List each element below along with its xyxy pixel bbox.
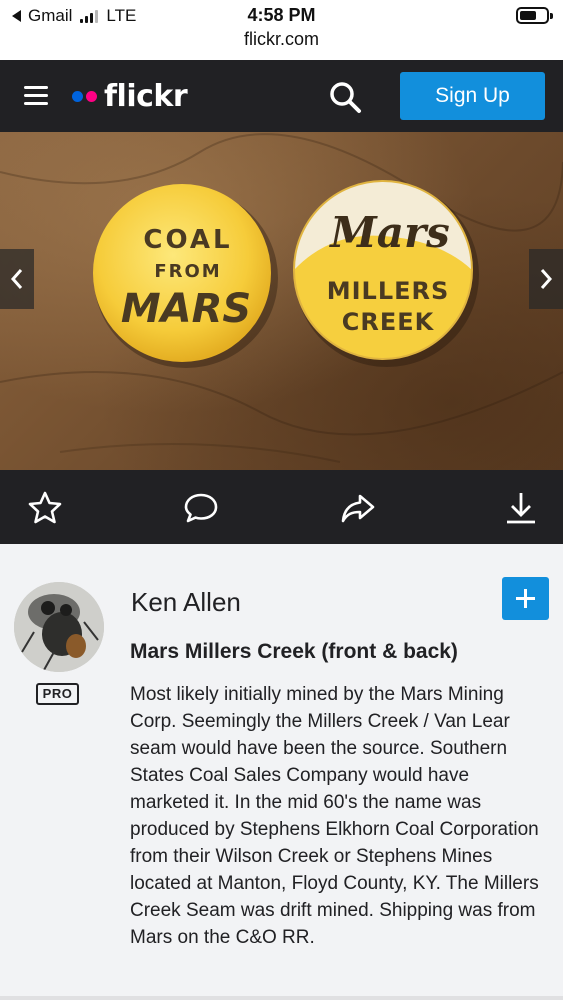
- sign-up-button[interactable]: Sign Up: [400, 72, 545, 120]
- divider: [0, 996, 563, 1000]
- pin-left-line1: COAL: [143, 225, 232, 255]
- browser-status-bar: Gmail LTE 4:58 PM flickr.com: [0, 0, 563, 60]
- battery-icon: [516, 7, 553, 24]
- logo-blue-dot: [72, 90, 83, 102]
- photo-title: Mars Millers Creek (front & back): [130, 640, 458, 663]
- url-bar[interactable]: flickr.com: [0, 29, 563, 50]
- star-icon[interactable]: [27, 490, 63, 526]
- author-name[interactable]: Ken Allen: [131, 587, 241, 618]
- download-icon[interactable]: [503, 490, 539, 526]
- pro-badge: PRO: [36, 683, 79, 705]
- status-time: 4:58 PM: [247, 5, 316, 25]
- site-header: flickr Sign Up: [0, 60, 563, 132]
- photo-description: Most likely initially mined by the Mars …: [130, 684, 539, 948]
- pin-left-line2: FROM: [154, 261, 221, 282]
- flickr-logo[interactable]: flickr: [72, 78, 188, 114]
- avatar[interactable]: [14, 582, 104, 672]
- share-icon[interactable]: [340, 490, 376, 526]
- chevron-right-icon[interactable]: [529, 249, 563, 309]
- search-icon[interactable]: [328, 80, 362, 114]
- chevron-left-icon[interactable]: [0, 249, 34, 309]
- pin-right-line2: CREEK: [342, 308, 435, 336]
- photo-viewer[interactable]: COAL FROM MARS Mars MILLERS CREEK: [0, 132, 563, 470]
- logo-text: flickr: [104, 78, 188, 114]
- photo-image: COAL FROM MARS Mars MILLERS CREEK: [0, 133, 563, 463]
- hamburger-icon[interactable]: [24, 86, 48, 106]
- pin-right-line1: MILLERS: [327, 277, 450, 305]
- logo-pink-dot: [86, 90, 97, 102]
- plus-icon[interactable]: [502, 577, 549, 620]
- pin-right-top: Mars: [328, 208, 449, 257]
- comment-icon[interactable]: [183, 490, 219, 526]
- pin-left-line3: MARS: [121, 286, 251, 332]
- photo-action-bar: [0, 470, 563, 544]
